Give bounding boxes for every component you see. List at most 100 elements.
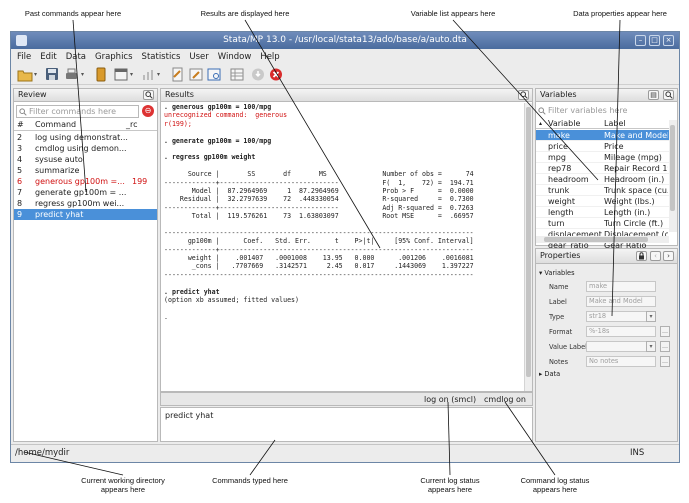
graph-dropdown-icon[interactable]: ▾ xyxy=(157,71,160,78)
variable-label: Make and Model xyxy=(604,131,668,140)
results-line xyxy=(164,304,474,312)
menu-user[interactable]: User xyxy=(189,52,208,62)
review-row[interactable]: 5 summarize xyxy=(14,165,157,176)
variable-row[interactable]: trunk Trunk space (cu. xyxy=(536,185,669,196)
maximize-button[interactable]: □ xyxy=(649,35,660,46)
lock-button[interactable] xyxy=(636,251,647,261)
property-value-field[interactable]: make xyxy=(586,281,656,292)
review-search-button[interactable] xyxy=(143,90,154,100)
annotation-log-status-line2: appears here xyxy=(427,484,473,494)
review-row[interactable]: 4 sysuse auto xyxy=(14,154,157,165)
log-icon[interactable] xyxy=(95,67,107,82)
menu-graphics[interactable]: Graphics xyxy=(95,52,133,62)
variable-row[interactable]: headroom Headroom (in.) xyxy=(536,174,669,185)
col-num[interactable]: # xyxy=(17,120,24,129)
results-scroll-thumb[interactable] xyxy=(526,107,531,377)
variables-scrollbar[interactable] xyxy=(669,120,677,232)
previous-variable-button[interactable]: ‹ xyxy=(650,251,661,261)
variable-label: Length (in.) xyxy=(604,208,651,217)
variables-filter-input[interactable]: Filter variables here xyxy=(538,105,676,117)
col-label[interactable]: Label xyxy=(604,118,668,128)
property-edit-button[interactable]: … xyxy=(660,341,670,352)
annotation-command-log-status-line2: appears here xyxy=(532,484,578,494)
review-row-command: predict yhat xyxy=(35,210,84,219)
variables-hscroll-thumb[interactable] xyxy=(544,237,648,242)
variable-name: mpg xyxy=(548,153,566,162)
menu-edit[interactable]: Edit xyxy=(40,52,56,62)
variable-row[interactable]: price Price xyxy=(536,141,669,152)
more-icon[interactable] xyxy=(251,67,265,82)
print-icon[interactable] xyxy=(64,67,79,82)
command-input[interactable]: predict yhat xyxy=(165,411,213,420)
viewer-icon[interactable] xyxy=(114,67,128,82)
property-value-field[interactable]: Make and Model xyxy=(586,296,656,307)
review-row[interactable]: 7 generate gp100m = ... xyxy=(14,187,157,198)
variable-name: trunk xyxy=(548,186,570,195)
variable-label: Weight (lbs.) xyxy=(604,197,655,206)
menu-statistics[interactable]: Statistics xyxy=(142,52,181,62)
viewer-dropdown-icon[interactable]: ▾ xyxy=(130,71,133,78)
graph-icon[interactable] xyxy=(141,67,155,82)
print-dropdown-icon[interactable]: ▾ xyxy=(81,71,84,78)
property-label: Label xyxy=(549,298,567,306)
variable-row[interactable]: mpg Mileage (mpg) xyxy=(536,152,669,163)
review-row[interactable]: 3 cmdlog using demon... xyxy=(14,143,157,154)
data-editor-icon[interactable] xyxy=(189,67,203,82)
search-icon xyxy=(519,91,528,99)
menu-data[interactable]: Data xyxy=(66,52,86,62)
property-edit-button[interactable]: … xyxy=(660,356,670,367)
review-row[interactable]: 9 predict yhat xyxy=(14,209,157,220)
variables-columns-button[interactable]: ▤ xyxy=(648,90,659,100)
col-variable[interactable]: Variable xyxy=(548,118,580,128)
search-icon xyxy=(144,91,153,99)
review-filter-input[interactable]: Filter commands here xyxy=(16,105,139,118)
review-row[interactable]: 8 regress gp100m wei... xyxy=(14,198,157,209)
open-icon[interactable] xyxy=(17,67,33,82)
variables-search-button[interactable] xyxy=(663,90,674,100)
property-value-field[interactable]: No notes xyxy=(586,356,656,367)
review-row-number: 4 xyxy=(17,155,23,164)
variables-manager-icon[interactable] xyxy=(230,67,244,82)
variables-section-toggle[interactable]: ▾ Variables xyxy=(539,269,575,277)
command-window[interactable]: predict yhat xyxy=(160,407,533,442)
data-browser-icon[interactable] xyxy=(207,67,221,82)
open-dropdown-icon[interactable]: ▾ xyxy=(34,71,37,78)
variable-label: Price xyxy=(604,142,624,151)
data-section-toggle[interactable]: ▸ Data xyxy=(539,370,560,378)
variables-scroll-thumb[interactable] xyxy=(670,125,675,211)
variable-row[interactable]: length Length (in.) xyxy=(536,207,669,218)
review-row[interactable]: 6 generous gp100m =... 199 xyxy=(14,176,157,187)
save-icon[interactable] xyxy=(45,67,59,82)
variable-label: Headroom (in.) xyxy=(604,175,665,184)
variable-row[interactable]: rep78 Repair Record 19 xyxy=(536,163,669,174)
minimize-button[interactable]: – xyxy=(635,35,646,46)
annotation-results: Results are displayed here xyxy=(200,9,290,18)
close-window-button[interactable]: × xyxy=(663,35,674,46)
variable-row[interactable]: weight Weight (lbs.) xyxy=(536,196,669,207)
sort-indicator-icon: ▴ xyxy=(539,120,543,127)
property-edit-button[interactable]: … xyxy=(660,326,670,337)
variable-row[interactable]: turn Turn Circle (ft.) xyxy=(536,218,669,229)
menu-help[interactable]: Help xyxy=(260,52,279,62)
variables-hscrollbar[interactable] xyxy=(536,236,669,243)
col-rc[interactable]: _rc xyxy=(126,120,138,129)
clear-filter-button[interactable]: ⊖ xyxy=(142,105,154,117)
dropdown-chevron-icon[interactable]: ▾ xyxy=(646,311,656,322)
filter-search-icon xyxy=(538,107,546,115)
menu-file[interactable]: File xyxy=(17,52,31,62)
review-row[interactable]: 2 log using demonstrat... xyxy=(14,132,157,143)
break-icon[interactable] xyxy=(269,67,283,82)
menu-window[interactable]: Window xyxy=(218,52,252,62)
do-file-editor-icon[interactable] xyxy=(171,67,184,82)
title-bar[interactable]: Stata/MP 13.0 - /usr/local/stata13/ado/b… xyxy=(11,32,679,49)
next-variable-button[interactable]: › xyxy=(663,251,674,261)
results-scrollbar[interactable] xyxy=(524,103,532,391)
property-value-field[interactable]: %-18s xyxy=(586,326,656,337)
col-command[interactable]: Command xyxy=(35,120,76,129)
review-row-number: 6 xyxy=(17,177,23,186)
variables-filter-placeholder: Filter variables here xyxy=(548,106,628,115)
results-search-button[interactable] xyxy=(518,90,529,100)
variable-row[interactable]: make Make and Model xyxy=(536,130,669,141)
dropdown-chevron-icon[interactable]: ▾ xyxy=(646,341,656,352)
expand-icon: ▾ xyxy=(539,269,543,277)
